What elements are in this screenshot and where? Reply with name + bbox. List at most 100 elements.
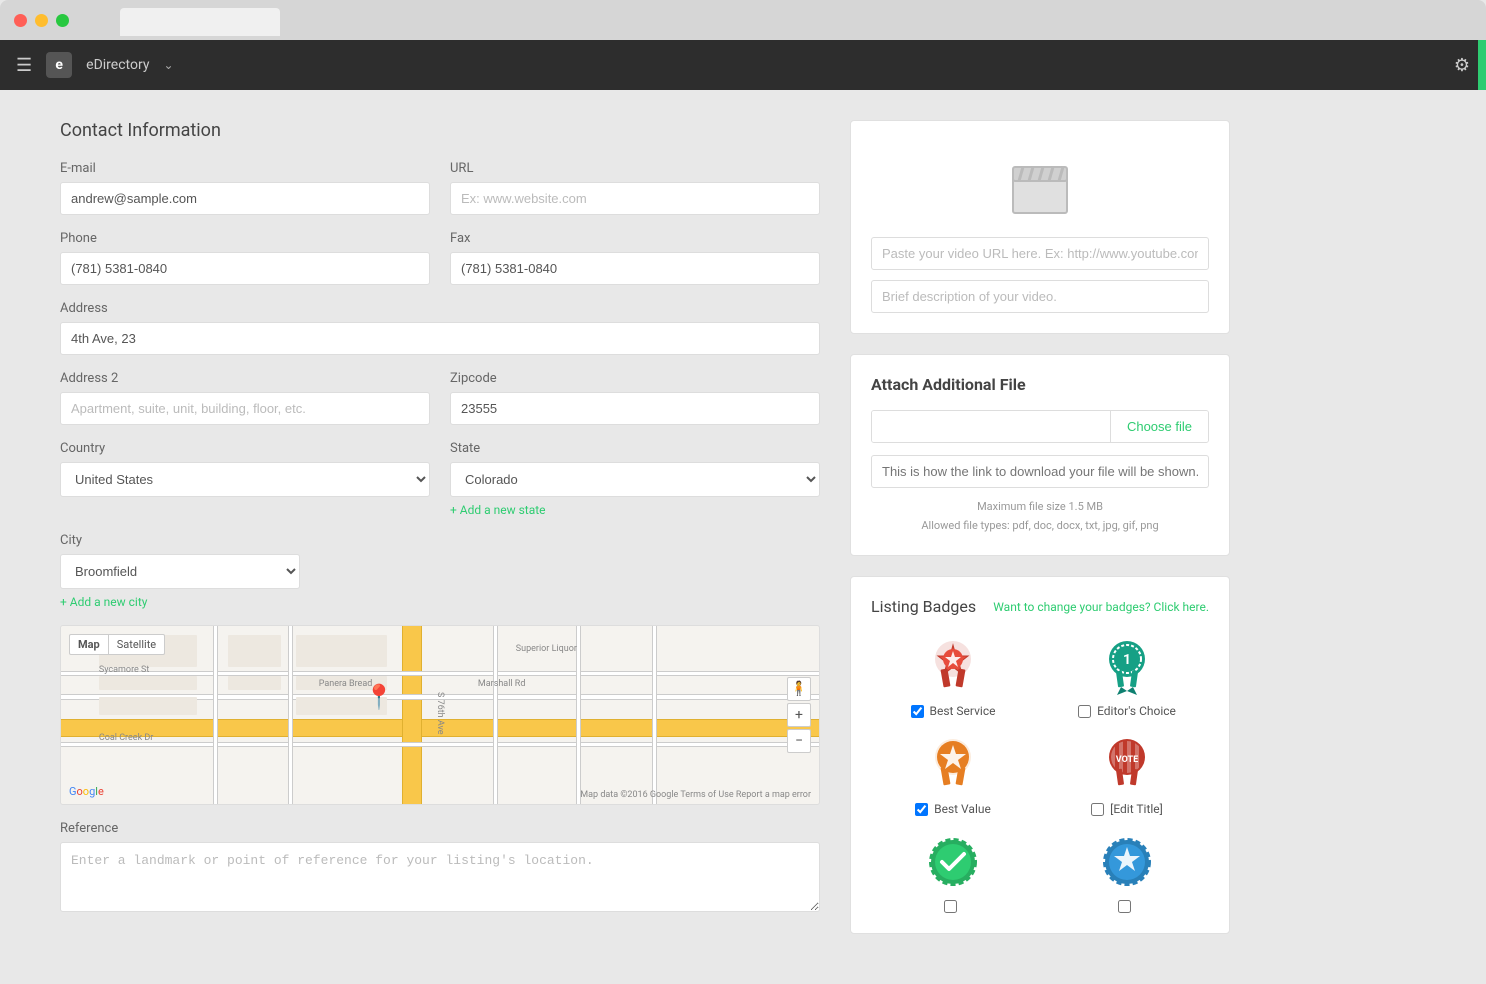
badge-editors-choice: 1 Editor's Choice [1045,636,1209,718]
file-input-field[interactable] [872,411,1110,442]
map-person-icon[interactable]: 🧍 [787,677,811,701]
file-info: Maximum file size 1.5 MB Allowed file ty… [871,498,1209,535]
address-label: Address [60,301,820,316]
video-description-input[interactable] [871,280,1209,313]
window-btn-red[interactable] [14,14,27,27]
email-label: E-mail [60,161,430,176]
listing-badges-card: Listing Badges Want to change your badge… [850,576,1230,934]
badge-editors-choice-icon: 1 [1097,636,1157,696]
badge-edit-title-checkbox[interactable] [1091,803,1104,816]
reference-textarea[interactable] [60,842,820,912]
email-input[interactable] [60,182,430,215]
url-input[interactable] [450,182,820,215]
phone-label: Phone [60,231,430,246]
badge-edit-title: VOTE [Edit Title] [1045,734,1209,816]
country-group: Country United States Canada United King… [60,441,430,517]
address-row: Address [60,301,820,355]
address2-zip-row: Address 2 Zipcode [60,371,820,425]
badge-best-service-icon [923,636,983,696]
badge-editors-choice-check-row: Editor's Choice [1078,704,1176,718]
state-label: State [450,441,820,456]
svg-text:1: 1 [1123,652,1131,668]
badge-5 [871,832,1035,913]
badge-edit-title-label: [Edit Title] [1110,802,1163,816]
badge-best-value-label: Best Value [934,802,991,816]
video-card [850,120,1230,334]
country-label: Country [60,441,430,456]
badge-best-value-icon [923,734,983,794]
badges-grid: Best Service 1 [871,636,1209,913]
map-zoom-out-btn[interactable]: − [787,729,811,753]
phone-fax-row: Phone Fax [60,231,820,285]
phone-input[interactable] [60,252,430,285]
city-select[interactable]: Broomfield Denver Boulder [60,554,300,589]
address2-group: Address 2 [60,371,430,425]
map-tab-satellite[interactable]: Satellite [109,635,164,654]
badge-6-checkbox[interactable] [1118,900,1131,913]
badge-best-service-checkbox[interactable] [911,705,924,718]
badge-best-value-checkbox[interactable] [915,803,928,816]
address2-input[interactable] [60,392,430,425]
hamburger-icon[interactable]: ☰ [16,55,32,76]
nav-title: eDirectory [86,57,149,73]
fax-group: Fax [450,231,820,285]
country-select[interactable]: United States Canada United Kingdom Aust… [60,462,430,497]
window-tab[interactable] [120,8,280,36]
add-state-link[interactable]: + Add a new state [450,503,820,517]
map-tab-map[interactable]: Map [70,635,109,654]
attach-title: Attach Additional File [871,375,1209,394]
nav-logo: e [46,52,72,78]
city-row: City Broomfield Denver Boulder + Add a n… [60,533,820,609]
top-nav: ☰ e eDirectory ⌄ ⚙ [0,40,1486,90]
map-controls: 🧍 + − [787,677,811,753]
section-title: Contact Information [60,120,820,141]
badges-change-link[interactable]: Want to change your badges? Click here. [993,600,1209,614]
choose-file-button[interactable]: Choose file [1110,411,1208,442]
email-group: E-mail [60,161,430,215]
window-btn-green[interactable] [56,14,69,27]
city-group: City Broomfield Denver Boulder + Add a n… [60,533,300,609]
zipcode-input[interactable] [450,392,820,425]
file-link-input[interactable] [871,455,1209,488]
attach-file-card: Attach Additional File Choose file Maxim… [850,354,1230,556]
badge-best-service-check-row: Best Service [911,704,996,718]
state-group: State Colorado California New York Texas… [450,441,820,517]
badge-5-checkbox[interactable] [944,900,957,913]
svg-text:VOTE: VOTE [1116,755,1138,765]
phone-group: Phone [60,231,430,285]
badge-edit-title-icon: VOTE [1097,734,1157,794]
video-url-input[interactable] [871,237,1209,270]
badge-best-service: Best Service [871,636,1035,718]
badge-editors-choice-label: Editor's Choice [1097,704,1176,718]
badge-6-check-row [1118,900,1137,913]
window-btn-yellow[interactable] [35,14,48,27]
state-select[interactable]: Colorado California New York Texas [450,462,820,497]
badge-6 [1045,832,1209,913]
reference-section: Reference [60,821,820,916]
address-input[interactable] [60,322,820,355]
country-state-row: Country United States Canada United King… [60,441,820,517]
left-panel: Contact Information E-mail URL Phone [60,120,820,954]
zipcode-group: Zipcode [450,371,820,425]
badge-best-service-label: Best Service [930,704,996,718]
badge-editors-choice-checkbox[interactable] [1078,705,1091,718]
main-content: Contact Information E-mail URL Phone [0,90,1486,984]
badge-edit-title-check-row: [Edit Title] [1091,802,1163,816]
file-input-row: Choose file [871,410,1209,443]
nav-chevron-icon[interactable]: ⌄ [163,58,173,72]
address-group: Address [60,301,820,355]
badges-title: Listing Badges [871,597,976,616]
map-tab-bar: Map Satellite [69,634,165,655]
reference-label: Reference [60,821,820,836]
fax-input[interactable] [450,252,820,285]
email-url-row: E-mail URL [60,161,820,215]
window-chrome [0,0,1486,40]
map-google-logo: Google [69,785,104,798]
zipcode-label: Zipcode [450,371,820,386]
add-city-link[interactable]: + Add a new city [60,595,300,609]
badge-6-icon [1097,832,1157,892]
map-zoom-in-btn[interactable]: + [787,703,811,727]
clapboard-icon [1005,157,1075,217]
right-panel: Attach Additional File Choose file Maxim… [850,120,1230,954]
gear-icon[interactable]: ⚙ [1454,55,1470,76]
